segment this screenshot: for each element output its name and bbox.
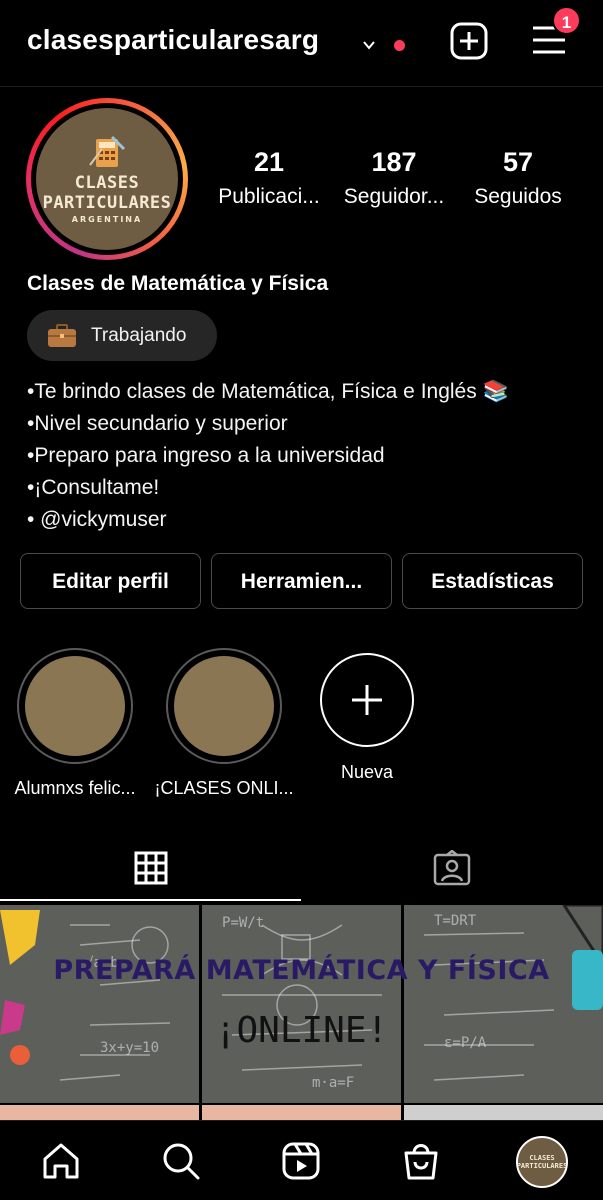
posts-count: 21 (253, 147, 285, 177)
tools-button[interactable]: Herramien... (211, 553, 392, 609)
chalk-formula: P=W/t (222, 915, 265, 931)
bio-line: •Nivel secundario y superior (27, 412, 288, 435)
stat-followers[interactable]: 187 Seguidor... (338, 146, 450, 210)
chalk-formula: T=DRT (434, 913, 477, 929)
notification-badge: 1 (552, 6, 581, 35)
stat-following[interactable]: 57 Seguidos (466, 146, 570, 210)
post-thumbnail-partial[interactable] (202, 1105, 401, 1120)
grid-icon (134, 851, 167, 885)
profile-tab-avatar[interactable]: CLASES PARTICULARES (516, 1136, 568, 1188)
shop-icon[interactable] (400, 1140, 442, 1182)
status-text: Trabajando (91, 324, 187, 346)
briefcase-icon (48, 323, 76, 347)
post-thumbnail[interactable]: P=W/t m·a=F (202, 905, 401, 1103)
nav-avatar-logo1: CLASES (529, 1154, 555, 1162)
tagged-icon (433, 850, 471, 886)
search-icon[interactable] (160, 1140, 202, 1182)
avatar-image: CLASES PARTICULARES ARGENTINA (36, 108, 178, 250)
highlight-ring (17, 648, 133, 764)
bio-line: •Preparo para ingreso a la universidad (27, 444, 385, 467)
insights-button[interactable]: Estadísticas (402, 553, 583, 609)
unread-dot (394, 40, 405, 51)
post-thumbnail[interactable]: √a·b 3x+y=10 (0, 905, 199, 1103)
following-label: Seguidos (474, 185, 562, 208)
tab-posts-grid[interactable] (0, 833, 301, 903)
highlight-label: Alumnxs felic... (14, 778, 136, 798)
bio-line: •Te brindo clases de Matemática, Física … (27, 380, 509, 403)
nav-avatar-logo2: PARTICULARES (516, 1162, 568, 1170)
chalkboard-art (423, 905, 603, 1081)
highlight-cover (174, 656, 274, 756)
bio-mention[interactable]: • @vickymuser (27, 504, 509, 536)
home-icon[interactable] (40, 1140, 82, 1182)
account-username[interactable]: clasesparticularesarg (27, 24, 319, 56)
bio-line: •¡Consultame! (27, 476, 160, 499)
posts-label: Publicaci... (218, 185, 320, 208)
post-thumbnail[interactable]: T=DRT ε=P/A (404, 905, 603, 1103)
avatar-logo-line3: ARGENTINA (71, 214, 143, 224)
profile-avatar[interactable]: CLASES PARTICULARES ARGENTINA (26, 98, 188, 260)
tab-tagged[interactable] (301, 833, 603, 903)
following-count: 57 (502, 147, 534, 177)
top-bar: clasesparticularesarg 1 (0, 0, 603, 86)
avatar-inner: CLASES PARTICULARES ARGENTINA (31, 103, 183, 255)
plus-square-icon[interactable] (450, 22, 488, 60)
avatar-logo-line1: CLASES (74, 172, 140, 193)
highlight-cover (25, 656, 125, 756)
avatar-logo-line2: PARTICULARES (42, 192, 172, 213)
new-highlight-label: Nueva (340, 762, 394, 782)
highlight-label: ¡CLASES ONLI... (154, 778, 294, 798)
highlight-item[interactable]: ¡CLASES ONLI... (154, 648, 294, 799)
profile-full-name: Clases de Matemática y Física (27, 272, 329, 295)
followers-label: Seguidor... (343, 185, 445, 208)
post-banner-title: PREPARÁ MATEMÁTICA Y FÍSICA (53, 955, 550, 986)
calculator-icon (89, 135, 126, 167)
highlight-ring (166, 648, 282, 764)
chalkboard-art (222, 924, 382, 1071)
highlight-item[interactable]: Alumnxs felic... (14, 648, 136, 799)
chalk-formula: m·a=F (312, 1075, 355, 1091)
reels-icon[interactable] (280, 1140, 322, 1182)
stat-posts[interactable]: 21 Publicaci... (212, 146, 326, 210)
active-tab-indicator (0, 899, 301, 901)
post-thumbnail-partial[interactable] (0, 1105, 199, 1120)
edit-profile-button[interactable]: Editar perfil (20, 553, 201, 609)
post-banner-subtitle: ¡ONLINE! (214, 1010, 389, 1051)
status-pill[interactable]: Trabajando (27, 310, 217, 361)
header-divider (0, 86, 603, 87)
chalkboard-art (0, 910, 171, 1081)
post-thumbnail-partial[interactable] (404, 1105, 603, 1120)
profile-bio: •Te brindo clases de Matemática, Física … (27, 376, 509, 536)
new-highlight-button[interactable] (320, 653, 414, 747)
plus-icon (352, 685, 382, 715)
followers-count: 187 (371, 147, 417, 177)
chevron-down-icon[interactable] (362, 38, 376, 52)
